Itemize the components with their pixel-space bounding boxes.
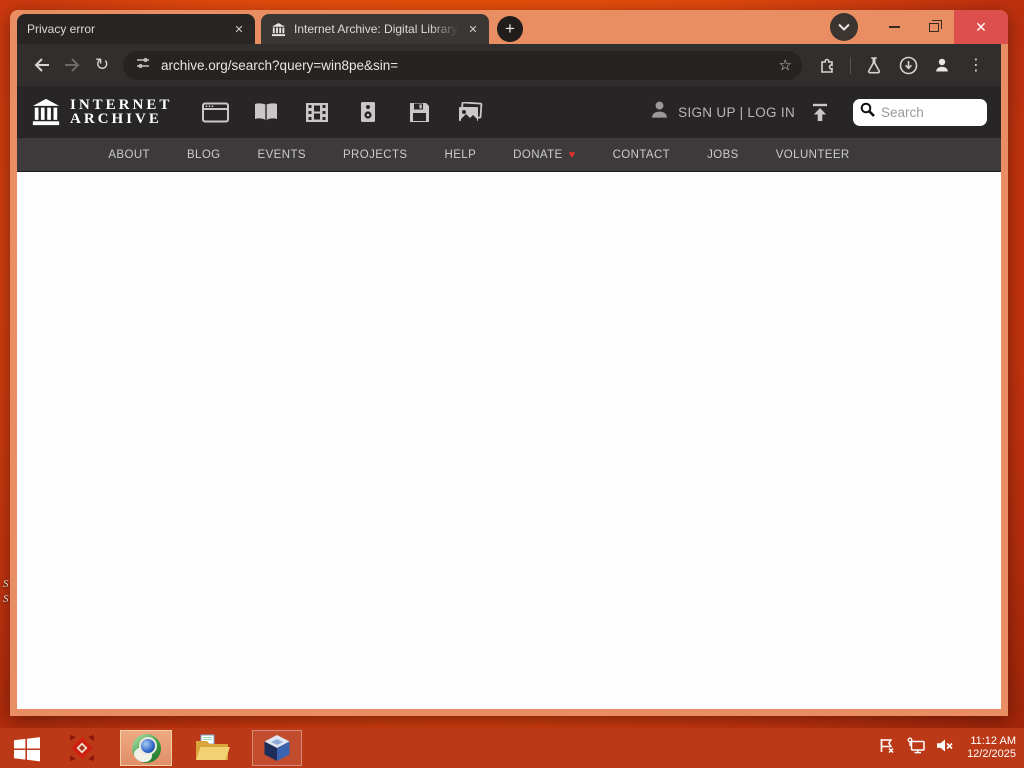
nav-blog[interactable]: BLOG xyxy=(187,149,221,161)
video-film-icon[interactable] xyxy=(300,97,334,127)
nav-events[interactable]: EVENTS xyxy=(258,149,306,161)
profile-avatar-icon[interactable] xyxy=(927,50,957,80)
back-button[interactable] xyxy=(27,50,57,80)
search-magnifier-icon xyxy=(860,102,875,122)
bookmark-star-icon[interactable]: ☆ xyxy=(779,56,792,74)
restore-icon xyxy=(929,19,942,32)
tab-privacy-error[interactable]: Privacy error ✕ xyxy=(17,14,255,44)
forward-button[interactable] xyxy=(57,50,87,80)
archive-building-icon xyxy=(32,98,60,126)
close-icon: ✕ xyxy=(975,18,987,35)
desktop-icon-label-fragment: S xyxy=(3,578,9,590)
toolbar-divider xyxy=(850,56,851,74)
maximize-button[interactable] xyxy=(914,10,954,44)
nav-projects[interactable]: PROJECTS xyxy=(343,149,408,161)
url-text[interactable]: archive.org/search?query=win8pe&sin= xyxy=(161,58,779,73)
media-type-menu xyxy=(198,97,487,127)
taskbar-virtualbox-button[interactable] xyxy=(252,730,302,766)
reload-button[interactable]: ↻ xyxy=(87,50,117,80)
file-explorer-folder-icon xyxy=(196,734,230,760)
new-tab-button[interactable]: + xyxy=(497,16,523,42)
clock-date: 12/2/2025 xyxy=(967,748,1016,760)
tab-title: Privacy error xyxy=(27,22,96,36)
system-tray: 11:12 AM 12/2/2025 xyxy=(878,735,1024,761)
toolbar-actions: ⋮ xyxy=(812,50,991,80)
web-icon[interactable] xyxy=(198,97,232,127)
network-status-icon[interactable] xyxy=(906,737,926,759)
taskbar-chrome-button[interactable] xyxy=(120,730,172,766)
browser-window: Privacy error ✕ Internet Archive: Digita… xyxy=(10,10,1008,716)
desktop-icon-label-fragment: S xyxy=(3,593,9,605)
chrome-browser-icon xyxy=(131,733,161,763)
tab-internet-archive[interactable]: Internet Archive: Digital Library ✕ xyxy=(261,14,489,44)
menu-kebab-icon[interactable]: ⋮ xyxy=(961,50,991,80)
internet-archive-header: INTERNET ARCHIVE SIGN UP | LOG IN Search xyxy=(17,86,1001,138)
taskbar-red-app-button[interactable] xyxy=(62,730,102,766)
archive-search-box[interactable] xyxy=(853,98,987,126)
search-input[interactable] xyxy=(881,104,976,120)
nav-contact[interactable]: CONTACT xyxy=(613,149,671,161)
images-photos-icon[interactable] xyxy=(453,97,487,127)
extensions-icon[interactable] xyxy=(812,50,842,80)
volume-muted-icon[interactable] xyxy=(935,737,954,759)
minimize-icon xyxy=(888,26,900,28)
start-button[interactable] xyxy=(10,730,44,766)
action-center-flag-icon[interactable] xyxy=(878,737,897,759)
tab-close-icon[interactable]: ✕ xyxy=(465,21,481,37)
nav-volunteer[interactable]: VOLUNTEER xyxy=(776,149,850,161)
texts-book-icon[interactable] xyxy=(249,97,283,127)
account-area: SIGN UP | LOG IN xyxy=(649,98,987,126)
tab-close-icon[interactable]: ✕ xyxy=(231,21,247,37)
archive-favicon-icon xyxy=(271,22,286,37)
archive-nav-bar: ABOUT BLOG EVENTS PROJECTS HELP DONATE ♥ … xyxy=(17,138,1001,171)
experiments-flask-icon[interactable] xyxy=(859,50,889,80)
downloads-icon[interactable] xyxy=(893,50,923,80)
upload-icon[interactable] xyxy=(809,102,831,122)
windows-taskbar: 11:12 AM 12/2/2025 xyxy=(0,728,1024,768)
nav-jobs[interactable]: JOBS xyxy=(707,149,739,161)
nav-about[interactable]: ABOUT xyxy=(108,149,150,161)
signup-login-link[interactable]: SIGN UP | LOG IN xyxy=(678,105,795,120)
site-settings-icon[interactable] xyxy=(135,55,151,76)
audio-speaker-icon[interactable] xyxy=(351,97,385,127)
browser-toolbar: ↻ archive.org/search?query=win8pe&sin= ☆… xyxy=(17,44,1001,86)
close-button[interactable]: ✕ xyxy=(954,10,1008,44)
minimize-button[interactable] xyxy=(874,10,914,44)
software-floppy-icon[interactable] xyxy=(402,97,436,127)
nav-donate-label: DONATE xyxy=(513,148,563,161)
archive-wordmark: INTERNET ARCHIVE xyxy=(70,97,173,127)
windows-logo-icon xyxy=(14,736,40,761)
page-content-blank xyxy=(17,171,1001,709)
taskbar-explorer-button[interactable] xyxy=(190,730,234,766)
virtualbox-cube-icon xyxy=(264,735,290,761)
internet-archive-logo[interactable]: INTERNET ARCHIVE xyxy=(31,97,173,127)
nav-help[interactable]: HELP xyxy=(445,149,477,161)
red-diamond-app-icon xyxy=(70,735,94,761)
address-bar[interactable]: archive.org/search?query=win8pe&sin= ☆ xyxy=(123,50,802,80)
window-controls: ✕ xyxy=(830,10,1008,44)
tab-title: Internet Archive: Digital Library xyxy=(294,22,458,36)
donate-heart-icon: ♥ xyxy=(568,148,576,161)
browser-titlebar[interactable]: Privacy error ✕ Internet Archive: Digita… xyxy=(17,10,1008,44)
clock-time: 11:12 AM xyxy=(970,735,1016,747)
user-person-icon xyxy=(649,99,670,125)
taskbar-clock[interactable]: 11:12 AM 12/2/2025 xyxy=(967,735,1016,761)
nav-donate[interactable]: DONATE ♥ xyxy=(513,149,575,161)
tab-search-button[interactable] xyxy=(830,13,858,41)
